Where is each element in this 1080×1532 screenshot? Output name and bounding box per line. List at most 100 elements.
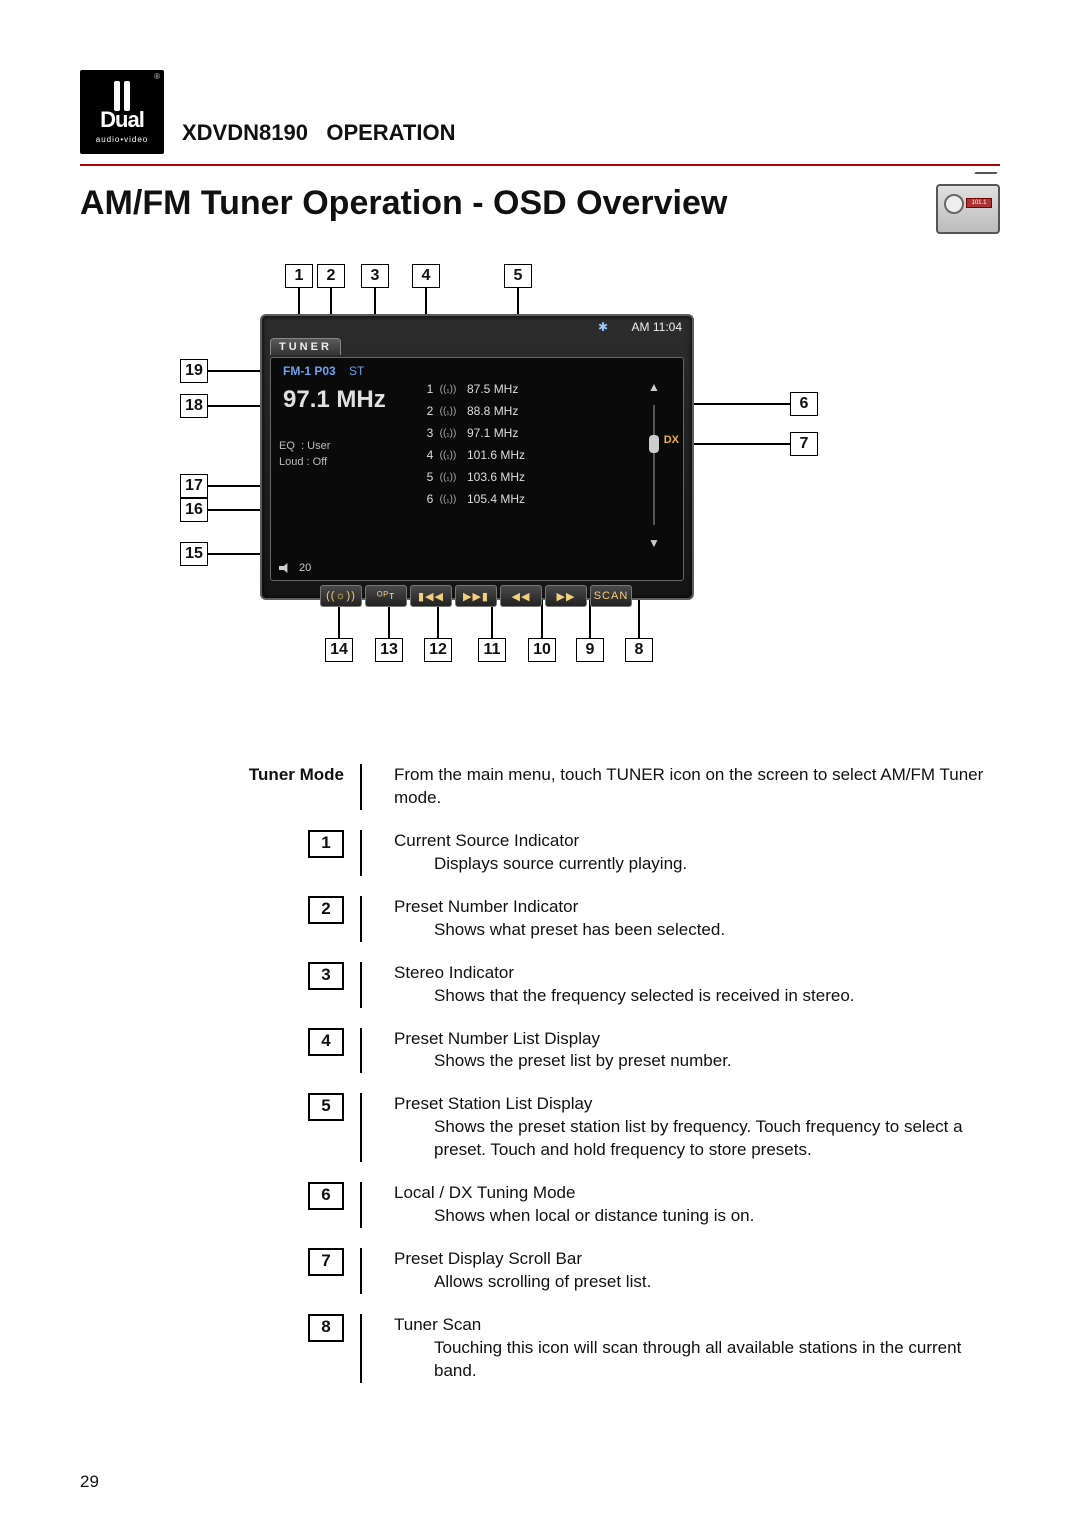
signal-icon: ((₁))	[439, 428, 457, 438]
item-title: Preset Station List Display	[394, 1094, 592, 1113]
preset-number[interactable]: 2	[421, 404, 439, 418]
page-root: ® Dual audio•video XDVDN8190 OPERATION A…	[0, 0, 1080, 1532]
item-number-box: 3	[308, 962, 344, 990]
callout-box-7: 7	[790, 432, 818, 456]
preset-scrollbar[interactable]: ▲ ▼	[645, 380, 663, 550]
item-title: Current Source Indicator	[394, 831, 579, 850]
item-body: Shows what preset has been selected.	[394, 919, 1000, 942]
preset-number[interactable]: 6	[421, 492, 439, 506]
header: ® Dual audio•video XDVDN8190 OPERATION	[80, 70, 1000, 154]
scroll-up-icon[interactable]: ▲	[648, 380, 660, 394]
brand-logo-text: Dual	[100, 107, 144, 133]
item-description: Tuner Scan Touching this icon will scan t…	[378, 1314, 1000, 1383]
tuner-mode-body: From the main menu, touch TUNER icon on …	[378, 764, 1000, 810]
volume-level: 20	[299, 562, 311, 574]
band-preset-indicator: FM-1 P03	[283, 364, 336, 378]
item-title: Stereo Indicator	[394, 963, 514, 982]
preset-frequency[interactable]: 87.5 MHz	[467, 382, 551, 396]
radio-icon: 101.1	[936, 184, 1000, 234]
preset-frequency[interactable]: 97.1 MHz	[467, 426, 551, 440]
item-body: Displays source currently playing.	[394, 853, 1000, 876]
callout-box-15: 15	[180, 542, 208, 566]
item-number-box: 2	[308, 896, 344, 924]
seek-prev-button[interactable]: ▮◀◀	[410, 585, 452, 607]
item-number-box: 5	[308, 1093, 344, 1121]
signal-icon: ((₁))	[439, 450, 457, 460]
item-title: Preset Number List Display	[394, 1029, 600, 1048]
speaker-icon	[279, 563, 291, 573]
preset-frequency[interactable]: 88.8 MHz	[467, 404, 551, 418]
preset-number[interactable]: 1	[421, 382, 439, 396]
source-tab-wrap: TUNER	[262, 338, 692, 355]
item-description: Preset Display Scroll BarAllows scrollin…	[378, 1248, 1000, 1294]
scan-presets-button[interactable]: ((☼))	[320, 585, 362, 607]
page-title: AM/FM Tuner Operation - OSD Overview	[80, 184, 727, 223]
item-number-box: 7	[308, 1248, 344, 1276]
item-title: Local / DX Tuning Mode	[394, 1183, 575, 1202]
source-tab[interactable]: TUNER	[270, 338, 341, 355]
preset-frequency[interactable]: 103.6 MHz	[467, 470, 551, 484]
callout-box-18: 18	[180, 394, 208, 418]
callout-box-13: 13	[375, 638, 403, 662]
osd-diagram: 1 2 3 4 5 19 18 17 16 15 6 7 14 13 12 11…	[180, 264, 900, 724]
device-topbar: ✱ AM 11:04	[262, 316, 692, 338]
tune-up-button[interactable]: ▶▶	[545, 585, 587, 607]
callout-box-2: 2	[317, 264, 345, 288]
signal-icon: ((₁))	[439, 472, 457, 482]
item-description: Preset Number Indicator Shows what preset…	[378, 896, 1000, 942]
item-description: Stereo Indicator Shows that the frequency…	[378, 962, 1000, 1008]
header-rule	[80, 164, 1000, 166]
callout-box-1: 1	[285, 264, 313, 288]
item-number-box: 1	[308, 830, 344, 858]
scan-button[interactable]: SCAN	[590, 585, 632, 607]
dx-indicator: DX	[664, 434, 679, 446]
callout-box-3: 3	[361, 264, 389, 288]
preset-number[interactable]: 4	[421, 448, 439, 462]
item-title: Tuner Scan	[394, 1315, 481, 1334]
tuner-mode-label: Tuner Mode	[190, 764, 360, 810]
callout-box-11: 11	[478, 638, 506, 662]
item-number-box: 6	[308, 1182, 344, 1210]
item-body: Allows scrolling of preset list.	[394, 1271, 1000, 1294]
preset-number[interactable]: 3	[421, 426, 439, 440]
brand-logo: ® Dual audio•video	[80, 70, 164, 154]
seek-next-button[interactable]: ▶▶▮	[455, 585, 497, 607]
description-table: Tuner Mode From the main menu, touch TUN…	[190, 764, 1000, 1383]
preset-number[interactable]: 5	[421, 470, 439, 484]
preset-frequency[interactable]: 101.6 MHz	[467, 448, 551, 462]
clock-readout: AM 11:04	[632, 320, 682, 334]
tune-down-button[interactable]: ◀◀	[500, 585, 542, 607]
volume-readout: 20	[279, 562, 311, 574]
device-screen: FM-1 P03 ST 97.1 MHz EQ : User Loud : Of…	[270, 357, 684, 581]
radio-icon-freq: 101.1	[966, 198, 992, 208]
callout-box-6: 6	[790, 392, 818, 416]
options-button[interactable]: ᴼᴾᴛ	[365, 585, 407, 607]
signal-icon: ((₁))	[439, 384, 457, 394]
product-heading: XDVDN8190 OPERATION	[182, 120, 455, 146]
title-bar: AM/FM Tuner Operation - OSD Overview 101…	[80, 184, 1000, 234]
item-number-box: 4	[308, 1028, 344, 1056]
item-number-box: 8	[308, 1314, 344, 1342]
callout-box-5: 5	[504, 264, 532, 288]
preset-list[interactable]: 1((₁))87.5 MHz2((₁))88.8 MHz3((₁))97.1 M…	[421, 382, 551, 506]
item-body: Touching this icon will scan through all…	[394, 1337, 1000, 1383]
callout-box-17: 17	[180, 474, 208, 498]
signal-icon: ((₁))	[439, 406, 457, 416]
preset-frequency[interactable]: 105.4 MHz	[467, 492, 551, 506]
item-body: Shows the preset station list by frequen…	[394, 1116, 1000, 1162]
model-number: XDVDN8190	[182, 120, 308, 145]
item-body: Shows that the frequency selected is rec…	[394, 985, 1000, 1008]
brand-logo-subtext: audio•video	[96, 135, 149, 144]
tuner-device: ✱ AM 11:04 TUNER FM-1 P03 ST 97.1 MHz EQ…	[260, 314, 694, 600]
callout-box-9: 9	[576, 638, 604, 662]
item-description: Preset Number List DisplayShows the pres…	[378, 1028, 1000, 1074]
device-button-bar: ((☼))ᴼᴾᴛ▮◀◀▶▶▮◀◀▶▶SCAN	[282, 585, 672, 607]
callout-box-4: 4	[412, 264, 440, 288]
scroll-down-icon[interactable]: ▼	[648, 536, 660, 550]
item-title: Preset Number Indicator	[394, 897, 578, 916]
bluetooth-icon: ✱	[598, 320, 608, 334]
callout-box-16: 16	[180, 498, 208, 522]
signal-icon: ((₁))	[439, 494, 457, 504]
callout-box-19: 19	[180, 359, 208, 383]
page-number: 29	[80, 1472, 99, 1492]
